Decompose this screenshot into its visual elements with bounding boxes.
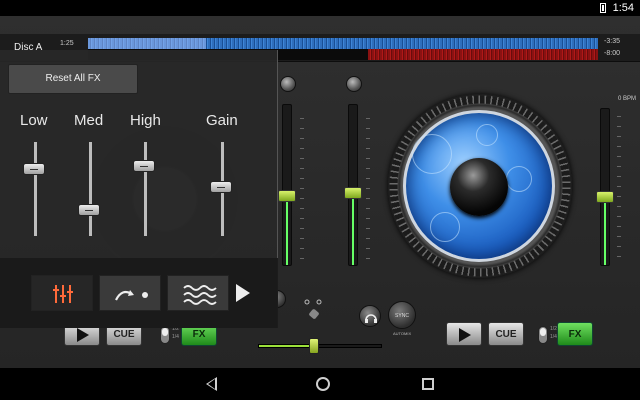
gain-knob-right[interactable] [346, 76, 362, 92]
eq-label-high: High [130, 112, 161, 129]
crossfader-track[interactable] [258, 344, 382, 348]
cue-button-right[interactable]: CUE [488, 322, 524, 346]
waveform-deck-b [368, 49, 598, 60]
loop-arrow-icon [115, 290, 148, 301]
tab-loop[interactable] [99, 275, 161, 311]
pitch-ticks-right [617, 116, 621, 266]
bpm-readout: 0 BPM [618, 96, 637, 102]
toggle-bottom-label: 1/4 [172, 334, 179, 340]
total-time: -8:00 [604, 50, 620, 57]
elapsed-time: 1:25 [60, 40, 74, 47]
eq-slider-med[interactable] [78, 142, 100, 236]
fx-button-right[interactable]: FX [557, 322, 593, 346]
fader-ticks-2 [366, 118, 370, 268]
play-button-right[interactable] [446, 322, 482, 346]
loop-toggle-left[interactable] [160, 326, 170, 344]
dj-app: Disc A 1:25 -3:35 -8:00 0 BPM SYNC AUTOM… [0, 16, 640, 368]
channel-fader-1-handle[interactable] [278, 190, 296, 202]
fx-next-arrow-icon[interactable] [236, 284, 250, 302]
system-nav-bar [0, 368, 640, 400]
crossfader-handle[interactable] [309, 338, 319, 354]
gain-knob-left[interactable] [280, 76, 296, 92]
platter-bubble [476, 124, 498, 146]
fader-ticks-1 [300, 118, 304, 268]
tab-filter[interactable] [167, 275, 229, 311]
battery-icon [600, 3, 606, 13]
back-icon[interactable] [206, 377, 217, 391]
eq-slider-high-handle[interactable] [133, 160, 155, 173]
platter-bubble [506, 166, 532, 192]
remaining-time: -3:35 [604, 38, 620, 45]
waveform-played-region [88, 38, 206, 49]
eq-slider-gain[interactable] [210, 142, 232, 236]
scratch-icon[interactable] [302, 296, 324, 322]
eq-label-med: Med [74, 112, 104, 129]
turntable-spindle [450, 158, 508, 216]
tab-eq[interactable] [31, 275, 93, 311]
eq-label-low: Low [20, 112, 48, 129]
toggle-bottom-label: 1/4 [550, 334, 557, 340]
headphone-cue-button[interactable] [359, 305, 381, 327]
eq-slider-med-handle[interactable] [78, 203, 100, 216]
sync-label: SYNC [395, 313, 409, 319]
channel-fader-1[interactable] [278, 104, 296, 266]
headphone-icon [365, 314, 377, 323]
eq-sliders-icon [53, 285, 73, 303]
reset-all-fx-button[interactable]: Reset All FX [8, 64, 138, 94]
eq-label-gain: Gain [206, 112, 238, 129]
channel-fader-2[interactable] [344, 104, 362, 266]
pitch-fader-right-handle[interactable] [596, 191, 614, 203]
recent-apps-icon[interactable] [422, 378, 434, 390]
eq-slider-high[interactable] [133, 142, 155, 236]
eq-slider-low[interactable] [23, 142, 45, 236]
channel-fader-2-handle[interactable] [344, 187, 362, 199]
status-time: 1:54 [612, 2, 634, 14]
status-bar: 1:54 [0, 0, 640, 16]
home-icon[interactable] [316, 377, 330, 391]
automix-label: AUTOMIX [393, 331, 412, 336]
loop-toggle-right[interactable] [538, 326, 548, 344]
platter-bubble [412, 134, 452, 174]
pitch-fader-right[interactable] [596, 108, 614, 266]
sync-button[interactable]: SYNC [388, 301, 416, 329]
eq-slider-low-handle[interactable] [23, 162, 45, 175]
toggle-top-label: 1/2 [550, 326, 557, 332]
wave-filter-icon [183, 285, 217, 305]
eq-slider-gain-handle[interactable] [210, 181, 232, 194]
platter-bubble [430, 212, 460, 242]
